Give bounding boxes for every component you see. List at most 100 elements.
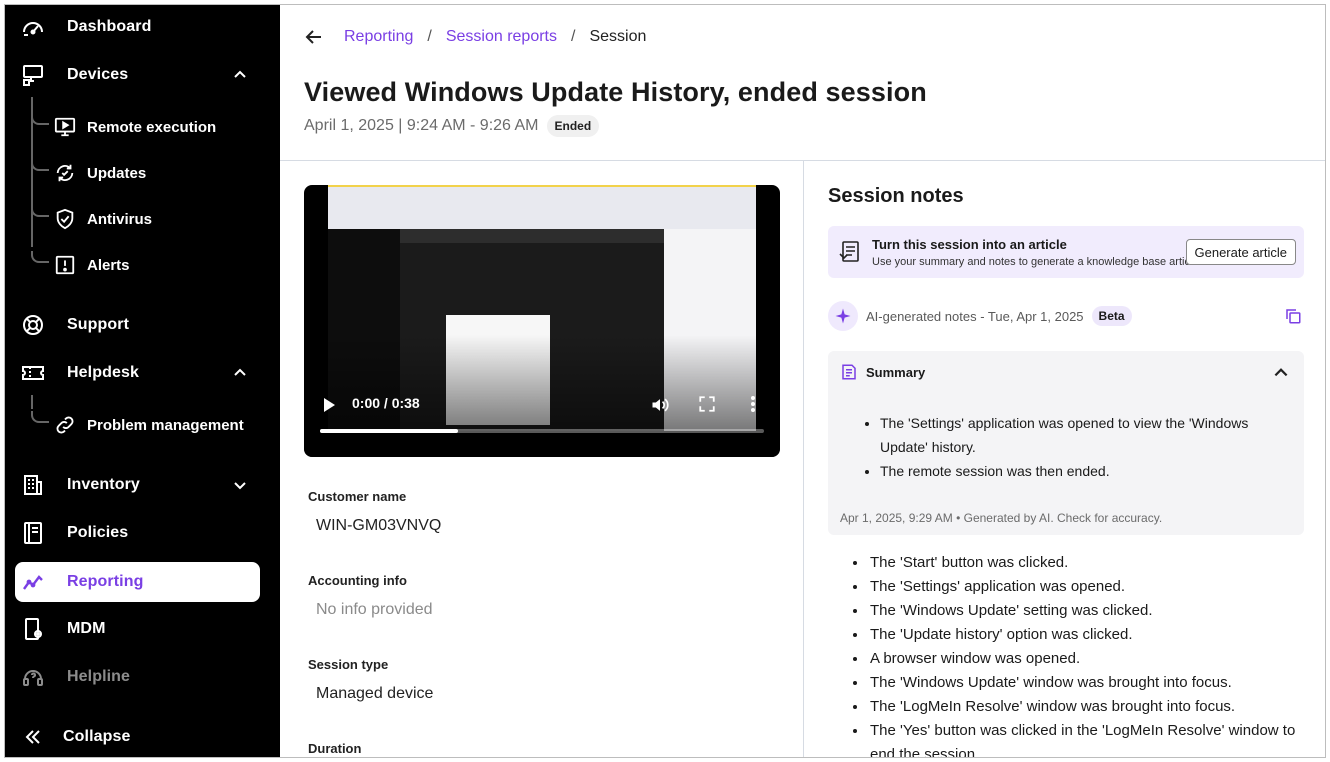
ai-notes-date: AI-generated notes - Tue, Apr 1, 2025: [866, 308, 1084, 324]
summary-list: The 'Settings' application was opened to…: [880, 411, 1290, 483]
main-content: Reporting / Session reports / Session Vi…: [280, 5, 1325, 757]
nav-label: Helpdesk: [67, 364, 139, 381]
alert-box-icon: [53, 253, 77, 277]
more-options-icon[interactable]: [750, 395, 756, 413]
nav-label: Helpline: [67, 668, 131, 685]
tree-branch: [31, 205, 49, 217]
session-notes-title: Session notes: [828, 185, 964, 207]
page-title: Viewed Windows Update History, ended ses…: [304, 77, 927, 107]
nav-support[interactable]: Support: [15, 305, 260, 345]
sub-item-alerts[interactable]: Alerts: [53, 247, 263, 283]
breadcrumb: Reporting / Session reports / Session: [304, 25, 646, 49]
sidebar: Dashboard Devices Remote execution Updat…: [5, 5, 280, 757]
summary-bullet: The 'Settings' application was opened to…: [880, 411, 1290, 459]
customer-name-value: WIN-GM03VNVQ: [316, 517, 442, 534]
chevron-up-icon[interactable]: [232, 365, 248, 381]
sub-item-remote-execution[interactable]: Remote execution: [53, 109, 263, 145]
summary-header[interactable]: Summary: [840, 363, 925, 381]
generate-article-button[interactable]: Generate article: [1185, 239, 1296, 265]
book-icon: [21, 521, 45, 545]
fullscreen-icon[interactable]: [698, 395, 716, 413]
breadcrumb-current: Session: [589, 28, 647, 45]
list-item: The 'Yes' button was clicked in the 'Log…: [868, 719, 1308, 757]
double-chevron-left-icon: [21, 725, 45, 749]
video-frame-toolbar: [400, 229, 668, 243]
session-video-player[interactable]: 0:00 / 0:38: [304, 185, 780, 457]
volume-icon[interactable]: [650, 395, 670, 415]
tree-line: [31, 395, 33, 409]
sub-item-antivirus[interactable]: Antivirus: [53, 201, 263, 237]
sub-item-label: Problem management: [87, 416, 244, 434]
breadcrumb-link-reporting[interactable]: Reporting: [344, 28, 413, 46]
video-time: 0:00 / 0:38: [352, 395, 420, 411]
list-item: The 'Update history' option was clicked.: [868, 623, 1308, 647]
article-document-icon: [839, 241, 859, 262]
back-arrow-icon[interactable]: [304, 26, 326, 48]
nav-label: Inventory: [67, 476, 140, 493]
monitor-play-icon: [53, 115, 77, 139]
breadcrumb-link-session-reports[interactable]: Session reports: [446, 28, 557, 46]
list-item: The 'Windows Update' setting was clicked…: [868, 599, 1308, 623]
list-item: The 'LogMeIn Resolve' window was brought…: [868, 695, 1308, 719]
tree-branch: [31, 113, 49, 125]
ticket-icon: [21, 361, 45, 385]
ai-notes-row: AI-generated notes - Tue, Apr 1, 2025 Be…: [828, 301, 1304, 331]
nav-policies[interactable]: Policies: [15, 513, 260, 553]
nav-label: Policies: [67, 524, 129, 541]
sub-item-label: Alerts: [87, 256, 130, 274]
article-banner: Turn this session into an article Use yo…: [828, 226, 1304, 278]
nav-mdm[interactable]: MDM: [15, 609, 260, 649]
list-item: The 'Start' button was clicked.: [868, 551, 1308, 575]
sub-item-updates[interactable]: Updates: [53, 155, 263, 191]
chevron-up-icon[interactable]: [232, 67, 248, 83]
lifebuoy-icon: [21, 313, 45, 337]
accounting-info-value: No info provided: [316, 601, 433, 618]
summary-heading: Summary: [866, 364, 926, 380]
chevron-down-icon[interactable]: [232, 477, 248, 493]
session-meta: April 1, 2025 | 9:24 AM - 9:26 AM Ended: [304, 115, 600, 137]
building-icon: [21, 473, 45, 497]
summary-bullet: The remote session was then ended.: [880, 459, 1290, 483]
status-badge: Ended: [546, 115, 600, 137]
nav-inventory[interactable]: Inventory: [15, 465, 260, 505]
sub-item-label: Antivirus: [87, 210, 153, 228]
list-item: A browser window was opened.: [868, 647, 1308, 671]
app-window: Dashboard Devices Remote execution Updat…: [4, 4, 1326, 758]
link-icon: [53, 413, 77, 437]
video-progress-bar[interactable]: [320, 429, 764, 433]
article-banner-heading: Turn this session into an article: [872, 237, 1067, 252]
nav-label: Support: [67, 316, 130, 333]
article-banner-description: Use your summary and notes to generate a…: [872, 256, 1202, 268]
nav-helpdesk[interactable]: Helpdesk: [15, 353, 260, 393]
chart-line-icon: [21, 570, 45, 594]
collapse-label: Collapse: [63, 728, 131, 745]
refresh-check-icon: [53, 161, 77, 185]
chevron-up-icon[interactable]: [1272, 363, 1290, 381]
summary-document-icon: [842, 364, 856, 380]
copy-icon[interactable]: [1284, 307, 1302, 325]
nav-reporting[interactable]: Reporting: [15, 562, 260, 602]
column-divider: [803, 161, 804, 757]
accounting-info-label: Accounting info: [308, 573, 407, 588]
tree-branch: [31, 251, 49, 263]
summary-card: Summary The 'Settings' application was o…: [828, 351, 1304, 535]
nav-label: Dashboard: [67, 18, 152, 35]
session-date-range: April 1, 2025 | 9:24 AM - 9:26 AM: [304, 117, 539, 134]
nav-helpline[interactable]: Helpline: [15, 657, 260, 697]
tree-branch: [31, 411, 49, 423]
beta-badge: Beta: [1091, 306, 1132, 326]
shield-check-icon: [53, 207, 77, 231]
play-icon[interactable]: [322, 397, 336, 413]
breadcrumb-separator: /: [427, 28, 432, 45]
nav-devices[interactable]: Devices: [15, 55, 260, 95]
collapse-button[interactable]: Collapse: [15, 717, 260, 757]
dashboard-gauge-icon: [21, 15, 45, 39]
sub-item-problem-management[interactable]: Problem management: [53, 407, 263, 443]
nav-dashboard[interactable]: Dashboard: [15, 7, 260, 47]
summary-footer: Apr 1, 2025, 9:29 AM • Generated by AI. …: [840, 511, 1163, 525]
session-type-label: Session type: [308, 657, 389, 672]
ai-sparkle-icon: [828, 301, 858, 331]
duration-label: Duration: [308, 741, 362, 756]
list-item: The 'Windows Update' window was brought …: [868, 671, 1308, 695]
nav-label: Devices: [67, 66, 129, 83]
